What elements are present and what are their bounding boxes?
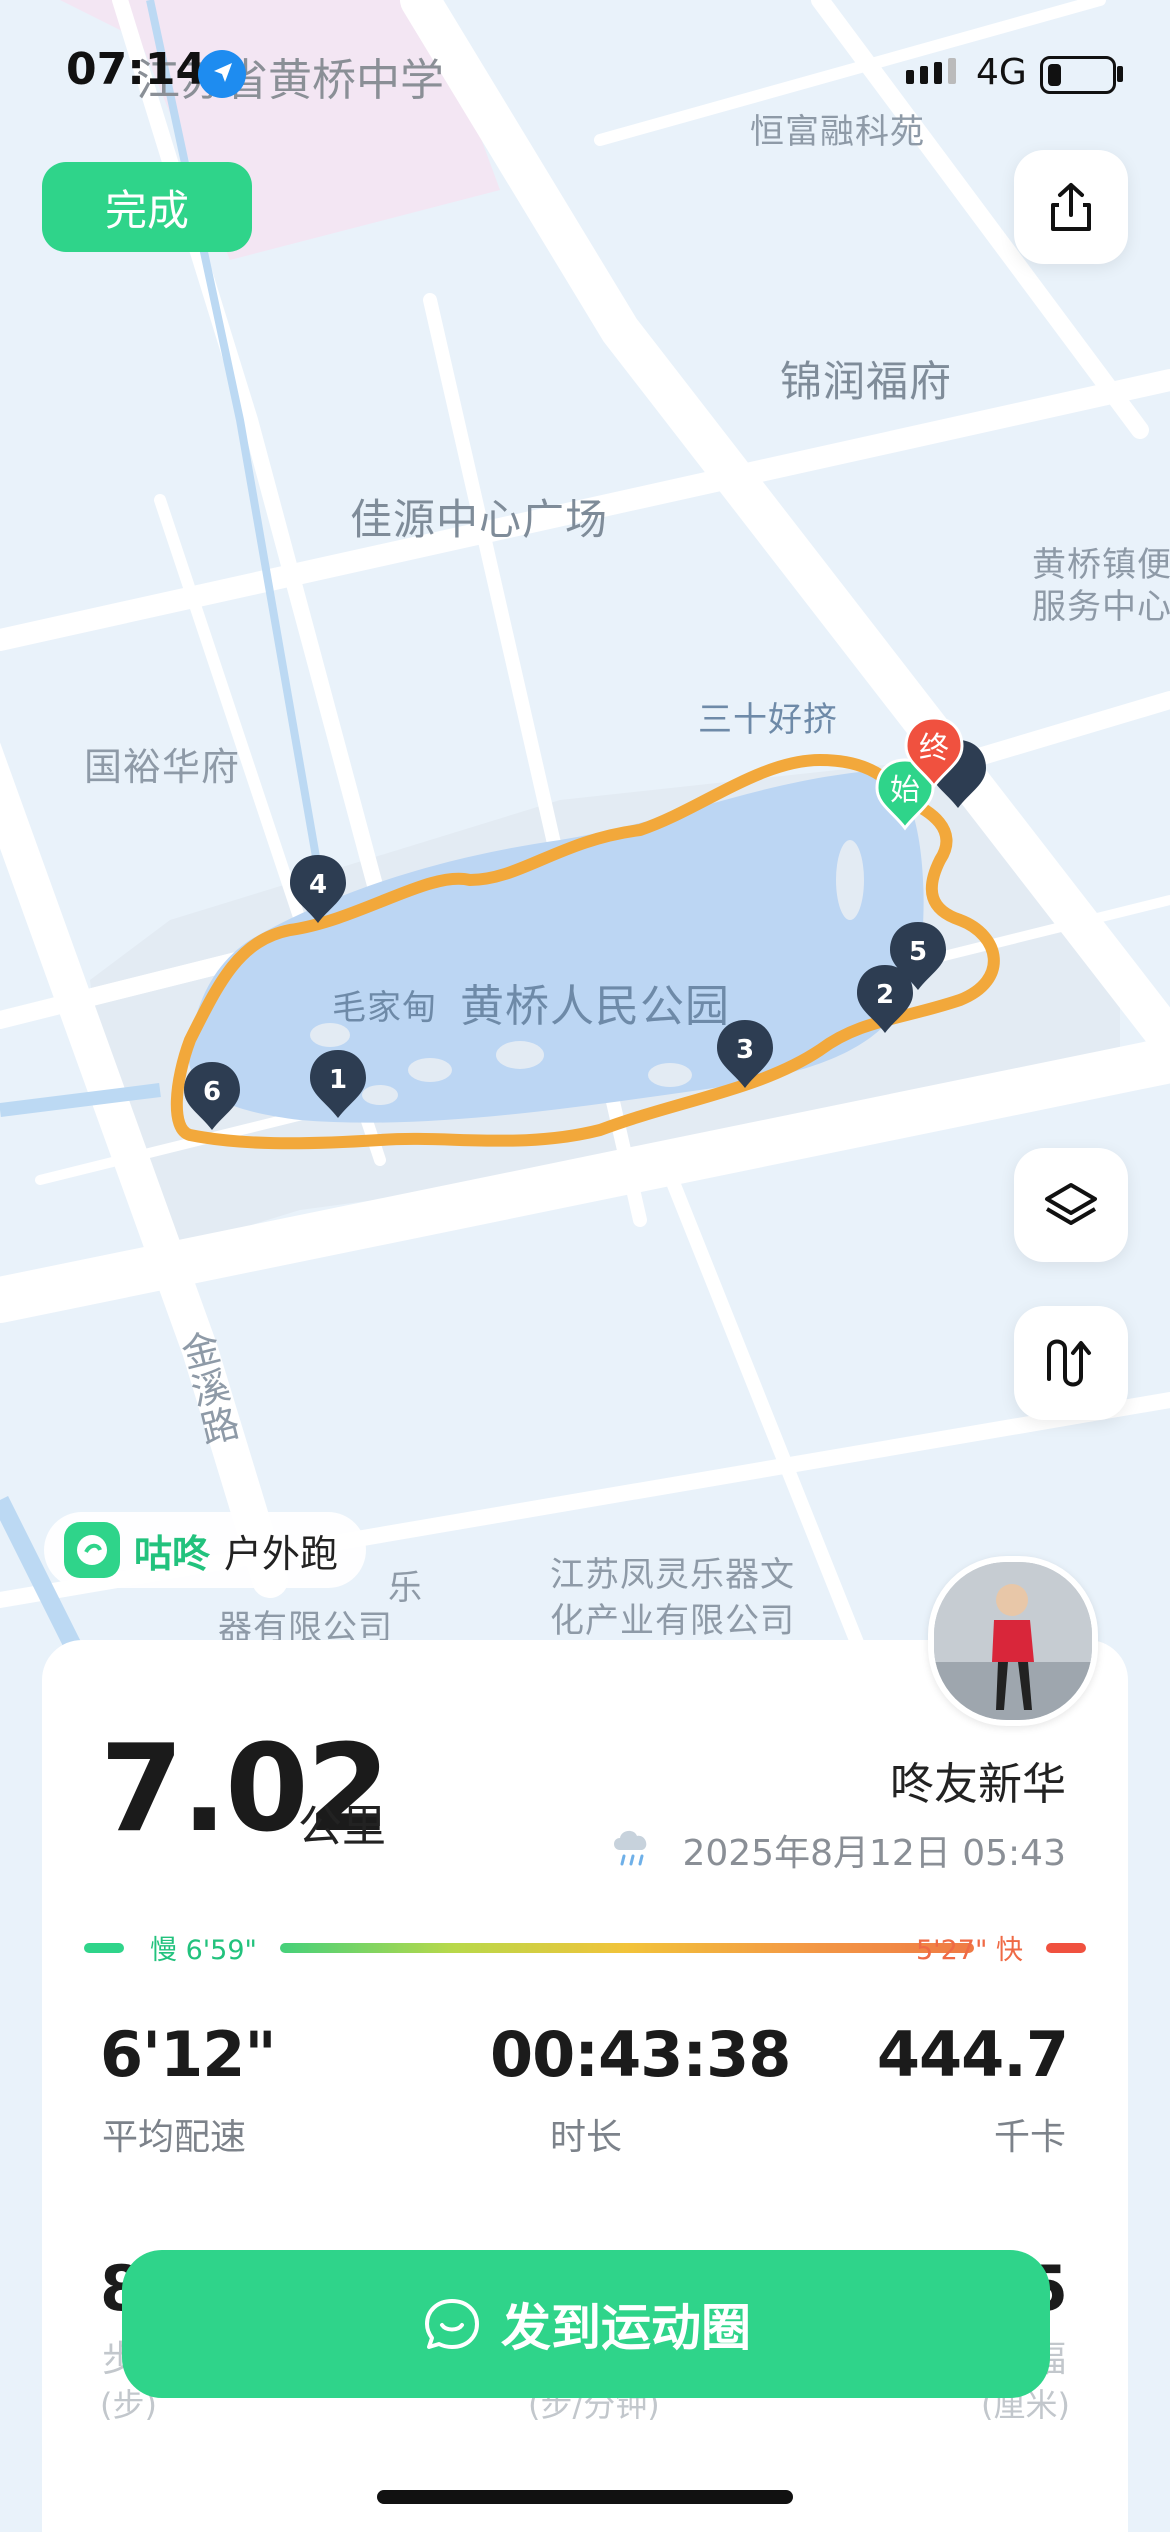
status-time: 07:14	[66, 44, 207, 95]
pace-legend: 慢 6'59" 5'27" 快	[84, 1928, 1086, 1966]
map-label-maojiadian: 毛家甸	[332, 988, 437, 1028]
share-to-feed-button[interactable]: 发到运动圈	[122, 2250, 1050, 2398]
done-button[interactable]: 完成	[42, 162, 252, 252]
distance-unit: 公里	[298, 1801, 386, 1852]
share-button-label: 发到运动圈	[501, 2299, 751, 2357]
activity-badge: 咕咚 户外跑	[44, 1512, 367, 1588]
status-bar: 江苏省黄桥中学 07:14 4G	[0, 0, 1170, 140]
share-button[interactable]	[1014, 150, 1128, 264]
layers-icon	[1045, 1183, 1097, 1225]
map-label-jinrun: 锦润福府	[780, 357, 953, 406]
map-label-guoyu: 国裕华府	[84, 745, 241, 789]
chat-bubble-icon	[425, 2299, 479, 2349]
duration-value: 00:43:38	[490, 2018, 791, 2091]
route-icon	[1047, 1339, 1091, 1387]
map-layers-button[interactable]	[1014, 1148, 1128, 1262]
avg-pace-label: 平均配速	[102, 2117, 247, 2158]
battery-icon	[1040, 56, 1116, 94]
map-label-huangqiaozhen: 黄桥镇便 服务中心	[1032, 545, 1170, 627]
location-arrow-icon	[198, 50, 246, 98]
app-brand: 咕咚	[134, 1531, 211, 1576]
rain-cloud-icon	[606, 1820, 660, 1878]
slow-indicator	[84, 1943, 124, 1953]
map-label-company-top: 乐	[388, 1568, 423, 1608]
share-icon	[1051, 183, 1091, 231]
home-indicator[interactable]	[377, 2490, 793, 2504]
pace-fast-label: 5'27" 快	[916, 1935, 1023, 1966]
codoon-logo-icon	[64, 1522, 120, 1578]
map-label-fengling: 江苏凤灵乐器文 化产业有限公司	[550, 1555, 795, 1641]
pace-slow-label: 慢 6'59"	[150, 1935, 257, 1966]
username: 咚友新华	[890, 1759, 1066, 1810]
activity-datetime: 2025年8月12日 05:43	[682, 1833, 1066, 1874]
fast-indicator	[1046, 1943, 1086, 1953]
avg-pace-value: 6'12"	[100, 2018, 277, 2091]
map-label-park: 黄桥人民公园	[460, 981, 730, 1032]
map-label-jiayuan: 佳源中心广场	[350, 495, 609, 544]
calories-label: 千卡	[993, 2117, 1066, 2158]
network-type: 4G	[976, 52, 1027, 93]
pace-gradient-bar	[280, 1943, 974, 1953]
calories-value: 444.7	[876, 2018, 1069, 2091]
duration-label: 时长	[550, 2117, 623, 2158]
signal-icon	[906, 58, 956, 84]
map-label-sanshi: 三十好挤	[698, 700, 838, 740]
avatar[interactable]	[928, 1556, 1098, 1726]
battery-tip	[1117, 66, 1123, 82]
activity-type: 户外跑	[224, 1531, 339, 1576]
route-toggle-button[interactable]	[1014, 1306, 1128, 1420]
